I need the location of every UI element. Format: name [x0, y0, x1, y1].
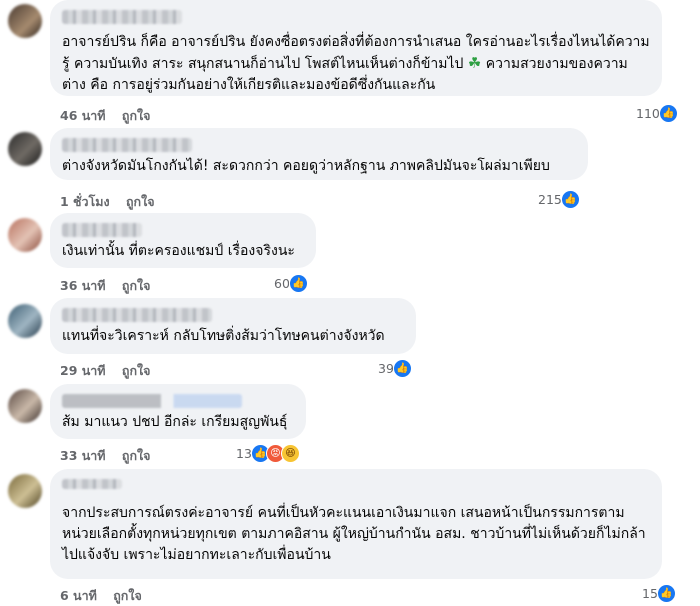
comment-bubble: อาจารย์ปริน ก็คือ อาจารย์ปริน ยังคงซื่อต…: [50, 0, 662, 96]
author-name-redacted[interactable]: [62, 479, 122, 489]
timestamp[interactable]: 46 นาที: [60, 108, 106, 123]
comment-bubble: ส้ม มาแนว ปชป อีกล่ะ เกรียมสูญพันธุ์: [50, 384, 306, 439]
timestamp[interactable]: 33 นาที: [60, 448, 106, 463]
timestamp[interactable]: 1 ชั่วโมง: [60, 194, 110, 209]
reaction-count: 15: [642, 586, 658, 601]
clover-icon: ☘: [467, 54, 482, 72]
reaction-count: 60: [274, 276, 290, 291]
comment-meta: 33 นาที ถูกใจ: [60, 446, 163, 466]
comment-meta: 46 นาที ถูกใจ: [60, 106, 163, 126]
like-button[interactable]: ถูกใจ: [122, 448, 151, 463]
haha-icon: 😆: [280, 444, 300, 463]
like-icon: 👍: [658, 104, 678, 123]
like-icon: 👍: [656, 584, 676, 603]
like-button[interactable]: ถูกใจ: [122, 363, 151, 378]
author-name-redacted[interactable]: [62, 223, 142, 237]
comment-bubble: ต่างจังหวัดมันโกงกันได้! สะดวกกว่า คอยดู…: [50, 128, 588, 180]
avatar[interactable]: [8, 132, 42, 166]
timestamp[interactable]: 36 นาที: [60, 278, 106, 293]
like-button[interactable]: ถูกใจ: [122, 278, 151, 293]
reaction-summary[interactable]: 110 👍: [636, 104, 678, 123]
reaction-count: 39: [378, 361, 394, 376]
author-name-redacted[interactable]: [62, 394, 242, 408]
timestamp[interactable]: 6 นาที: [60, 588, 97, 603]
like-button[interactable]: ถูกใจ: [122, 108, 151, 123]
like-icon: 👍: [392, 359, 412, 378]
reaction-summary[interactable]: 215 👍: [538, 190, 580, 209]
avatar[interactable]: [8, 218, 42, 252]
timestamp[interactable]: 29 นาที: [60, 363, 106, 378]
avatar[interactable]: [8, 4, 42, 38]
like-icon: 👍: [288, 274, 308, 293]
like-icon: 👍: [560, 190, 580, 209]
avatar[interactable]: [8, 474, 42, 508]
comment-text: จากประสบการณ์ตรงค่ะอาจารย์ คนที่เป็นหัวค…: [62, 505, 646, 563]
avatar[interactable]: [8, 304, 42, 338]
avatar[interactable]: [8, 389, 42, 423]
comment-bubble: แทนที่จะวิเคราะห์ กลับโทษติ่งส้มว่าโทษคน…: [50, 298, 416, 354]
comment-text: ต่างจังหวัดมันโกงกันได้! สะดวกกว่า คอยดู…: [62, 158, 550, 174]
comment-text: อาจารย์ปริน ก็คือ อาจารย์ปริน ยังคงซื่อต…: [62, 34, 650, 93]
comment-meta: 29 นาที ถูกใจ: [60, 361, 163, 381]
like-button[interactable]: ถูกใจ: [126, 194, 155, 209]
reaction-count: 110: [636, 106, 660, 121]
reaction-summary[interactable]: 15 👍: [642, 584, 676, 603]
comment-text: เงินเท่านั้น ที่ตะครองแชมป์ เรื่องจริงนะ: [62, 243, 295, 259]
author-name-redacted[interactable]: [62, 10, 182, 24]
comment-bubble: จากประสบการณ์ตรงค่ะอาจารย์ คนที่เป็นหัวค…: [50, 469, 662, 579]
like-button[interactable]: ถูกใจ: [113, 588, 142, 603]
comment-bubble: เงินเท่านั้น ที่ตะครองแชมป์ เรื่องจริงนะ: [50, 213, 316, 268]
reaction-summary[interactable]: 13 👍 😡 😆: [236, 444, 300, 463]
reaction-summary[interactable]: 60 👍: [274, 274, 308, 293]
reaction-summary[interactable]: 39 👍: [378, 359, 412, 378]
reaction-count: 13: [236, 446, 252, 461]
author-name-redacted[interactable]: [62, 138, 192, 152]
comment-text: แทนที่จะวิเคราะห์ กลับโทษติ่งส้มว่าโทษคน…: [62, 328, 385, 344]
comment-meta: 1 ชั่วโมง ถูกใจ: [60, 192, 167, 212]
comment-text: ส้ม มาแนว ปชป อีกล่ะ เกรียมสูญพันธุ์: [62, 414, 288, 430]
author-name-redacted[interactable]: [62, 308, 212, 322]
reaction-count: 215: [538, 192, 562, 207]
comment-meta: 36 นาที ถูกใจ: [60, 276, 163, 296]
comment-meta: 6 นาที ถูกใจ: [60, 586, 154, 606]
